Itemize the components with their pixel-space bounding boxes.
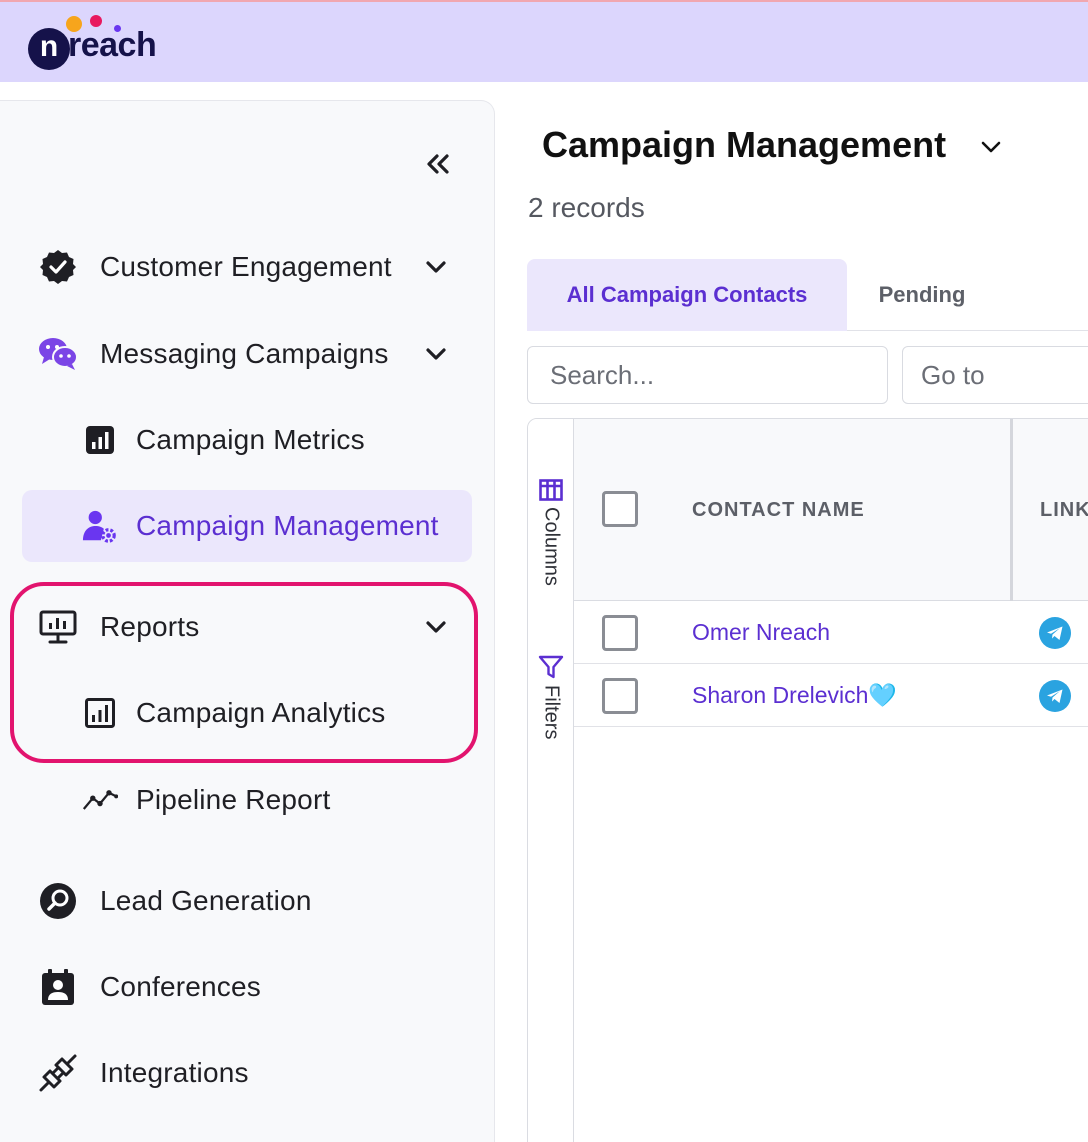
sidebar-item-customer-engagement[interactable]: Customer Engagement	[38, 247, 392, 287]
chevron-down-icon[interactable]	[424, 255, 448, 279]
tab-pending[interactable]: Pending	[847, 259, 997, 331]
sidebar-item-label: Messaging Campaigns	[100, 338, 389, 369]
table-side-rail: Columns Filters	[528, 419, 574, 1142]
sidebar-item-campaign-management[interactable]: Campaign Management	[82, 508, 439, 544]
search-circle-icon	[38, 881, 78, 921]
calendar-badge-icon	[38, 967, 78, 1007]
sidebar-item-campaign-metrics[interactable]: Campaign Metrics	[82, 422, 365, 458]
sidebar-item-label: Campaign Management	[136, 510, 439, 541]
chevron-down-icon[interactable]	[424, 342, 448, 366]
sidebar-item-label: Lead Generation	[100, 885, 312, 916]
logo-n-mark: n	[28, 28, 70, 70]
sidebar-item-integrations[interactable]: Integrations	[38, 1053, 249, 1093]
nreach-logo[interactable]: n reach	[28, 14, 188, 74]
sidebar-item-label: Customer Engagement	[100, 251, 392, 282]
chevron-down-icon[interactable]	[978, 134, 1004, 160]
contact-name-link[interactable]: Omer Nreach	[692, 619, 830, 646]
sidebar-item-conferences[interactable]: Conferences	[38, 967, 261, 1007]
bar-chart-square-icon	[82, 422, 118, 458]
monitor-chart-icon	[38, 607, 78, 647]
page-title: Campaign Management	[542, 124, 947, 165]
telegram-icon[interactable]	[1039, 617, 1071, 649]
row-checkbox[interactable]	[602, 615, 638, 651]
column-resize-handle[interactable]	[1010, 419, 1013, 601]
sidebar-item-pipeline-report[interactable]: Pipeline Report	[82, 782, 330, 818]
plug-icon	[38, 1053, 78, 1093]
telegram-icon[interactable]	[1039, 680, 1071, 712]
collapse-sidebar-icon[interactable]	[422, 148, 454, 180]
tab-bar: All Campaign Contacts Pending	[527, 259, 1088, 331]
sidebar-item-label: Reports	[100, 611, 200, 642]
table-header-row: CONTACT NAME LINK	[574, 419, 1088, 601]
filters-label: Filters	[540, 685, 563, 740]
row-checkbox[interactable]	[602, 678, 638, 714]
sidebar-item-reports[interactable]: Reports	[38, 607, 199, 647]
go-to-input[interactable]: Go to	[902, 346, 1088, 404]
sidebar-item-label: Integrations	[100, 1057, 249, 1088]
sidebar-item-campaign-analytics[interactable]: Campaign Analytics	[82, 695, 386, 731]
sidebar-item-label: Pipeline Report	[136, 784, 331, 815]
sidebar-item-label: Campaign Analytics	[136, 697, 386, 728]
tab-all-campaign-contacts[interactable]: All Campaign Contacts	[527, 259, 847, 331]
columns-icon	[539, 479, 563, 501]
sidebar-item-messaging-campaigns[interactable]: Messaging Campaigns	[38, 334, 389, 374]
sidebar-item-label: Campaign Metrics	[136, 424, 365, 455]
columns-label: Columns	[540, 507, 563, 586]
filters-button[interactable]: Filters	[536, 655, 566, 739]
badge-check-icon	[38, 247, 78, 287]
contacts-table: Columns Filters CONTACT NAME LINK Omer N…	[527, 418, 1088, 1142]
filter-icon	[538, 655, 564, 679]
sidebar-item-label: Conferences	[100, 971, 261, 1002]
select-all-checkbox[interactable]	[602, 491, 638, 527]
user-gear-icon	[82, 508, 118, 544]
search-input[interactable]: Search...	[527, 346, 888, 404]
column-header-contact-name[interactable]: CONTACT NAME	[692, 499, 865, 522]
table-row[interactable]: Sharon Drelevich🩵	[574, 664, 1088, 727]
table-row[interactable]: Omer Nreach	[574, 601, 1088, 664]
contact-name-link[interactable]: Sharon Drelevich🩵	[692, 682, 897, 709]
top-bar: n reach	[0, 0, 1088, 82]
columns-button[interactable]: Columns	[536, 479, 566, 586]
chat-bubbles-icon	[38, 334, 78, 374]
chevron-down-icon[interactable]	[424, 615, 448, 639]
sidebar-item-lead-generation[interactable]: Lead Generation	[38, 881, 312, 921]
bar-chart-outline-icon	[82, 695, 118, 731]
column-header-link[interactable]: LINK	[1040, 499, 1088, 522]
line-trend-icon	[82, 782, 118, 818]
records-count: 2 records	[528, 192, 645, 223]
logo-wordmark: reach	[68, 26, 157, 64]
